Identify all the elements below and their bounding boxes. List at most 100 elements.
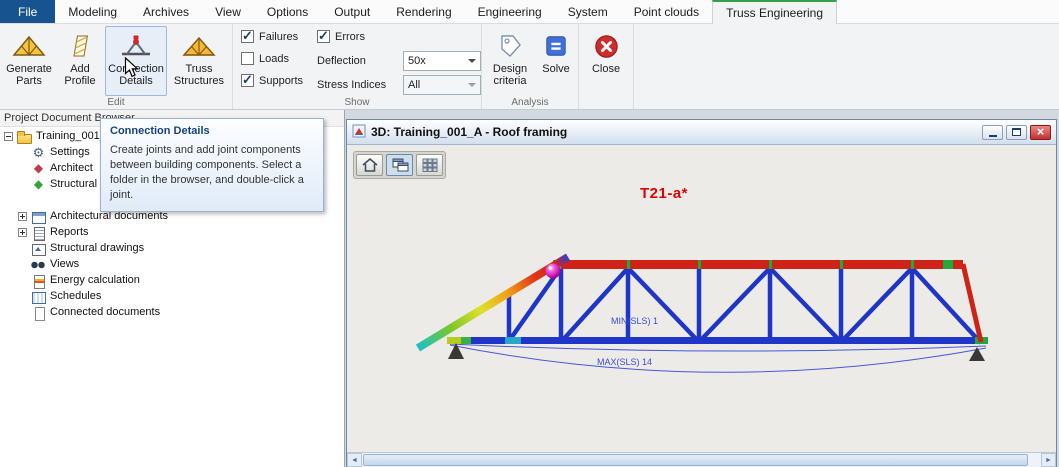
deflection-dropdown[interactable]: 50x: [403, 51, 481, 71]
tab-options[interactable]: Options: [254, 0, 321, 23]
tab-engineering[interactable]: Engineering: [465, 0, 555, 23]
viewport-window: 3D: Training_001_A - Roof framing ×: [346, 119, 1057, 467]
solve-icon: [544, 29, 568, 63]
chevron-down-icon: [468, 59, 476, 63]
supports-checkbox[interactable]: Supports: [241, 74, 317, 87]
tab-rendering[interactable]: Rendering: [383, 0, 464, 23]
tab-file[interactable]: File: [0, 0, 55, 23]
truss-generate-icon: [12, 29, 46, 63]
report-icon: [31, 226, 46, 239]
ribbon-spacer: [634, 24, 1059, 109]
deflection-label: Deflection: [317, 55, 403, 67]
mdi-area: 3D: Training_001_A - Roof framing ×: [345, 110, 1059, 467]
errors-checkbox-box: [317, 30, 330, 43]
tag-icon: [496, 29, 524, 63]
loads-checkbox-box: [241, 52, 254, 65]
view-cascade-button[interactable]: [386, 154, 413, 176]
tooltip-body: Create joints and add joint components b…: [101, 140, 323, 211]
profile-icon: [65, 29, 95, 63]
add-profile-label: Add Profile: [58, 63, 102, 87]
tab-modeling[interactable]: Modeling: [55, 0, 130, 23]
tree-item-schedules[interactable]: Schedules: [0, 288, 344, 304]
close-button[interactable]: Close: [582, 26, 630, 96]
ribbon-group-show: Failures Loads Supports Errors: [233, 24, 482, 109]
maximize-button[interactable]: [1006, 125, 1027, 140]
drawing-icon: [31, 242, 46, 255]
truss-model[interactable]: [347, 145, 1056, 451]
truss-web-members[interactable]: [509, 268, 981, 343]
documents-window-icon: [31, 210, 46, 223]
ribbon-group-edit: Generate Parts Add Profile Connection De…: [0, 24, 233, 109]
deflection-value: 50x: [408, 55, 468, 67]
view-grid-button[interactable]: [416, 154, 443, 176]
views-icon: [31, 258, 46, 271]
solve-label: Solve: [542, 63, 570, 75]
connection-details-icon: [119, 29, 153, 63]
tab-view[interactable]: View: [202, 0, 254, 23]
tab-point-clouds[interactable]: Point clouds: [621, 0, 712, 23]
expand-icon[interactable]: [18, 212, 27, 221]
deflection-curve-min: [450, 344, 986, 351]
generate-parts-button[interactable]: Generate Parts: [3, 26, 55, 96]
ribbon: Generate Parts Add Profile Connection De…: [0, 24, 1059, 110]
gear-icon: [31, 146, 46, 159]
truss-structures-icon: [182, 29, 216, 63]
tooltip: Connection Details Create joints and add…: [100, 118, 324, 212]
supports-checkbox-box: [241, 74, 254, 87]
tab-archives[interactable]: Archives: [130, 0, 202, 23]
tree-item-reports[interactable]: Reports: [0, 224, 344, 240]
tab-system[interactable]: System: [555, 0, 621, 23]
errors-checkbox[interactable]: Errors: [317, 30, 481, 43]
tree-item-structural-drawings[interactable]: Structural drawings: [0, 240, 344, 256]
ribbon-tab-bar: File Modeling Archives View Options Outp…: [0, 0, 1059, 24]
truss-structures-label: Truss Structures: [170, 63, 228, 87]
structural-model-icon: [31, 178, 46, 191]
close-red-icon: [594, 29, 619, 63]
truss-name-label: T21-a*: [640, 185, 688, 202]
viewport-canvas[interactable]: T21-a* MIN(SLS) 1 MAX(SLS) 14: [347, 145, 1056, 452]
tree-item-connected-documents[interactable]: Connected documents: [0, 304, 344, 320]
close-icon: ×: [1037, 125, 1045, 138]
expand-icon[interactable]: [18, 228, 27, 237]
ribbon-group-analysis: Design criteria Solve Analysis: [482, 24, 579, 109]
min-deflection-label: MIN(SLS) 1: [611, 316, 658, 326]
connection-details-label: Connection Details: [106, 63, 166, 87]
scroll-right-button[interactable]: ►: [1041, 453, 1056, 467]
horizontal-scrollbar[interactable]: ◄ ►: [347, 452, 1056, 467]
tab-truss-engineering[interactable]: Truss Engineering: [712, 0, 837, 24]
solve-button[interactable]: Solve: [537, 26, 575, 96]
truss-top-chord[interactable]: [553, 260, 963, 269]
joint-sphere[interactable]: [546, 264, 561, 279]
connection-details-button[interactable]: Connection Details: [105, 26, 167, 96]
tree-item-energy-calculation[interactable]: Energy calculation: [0, 272, 344, 288]
minimize-button[interactable]: [982, 125, 1003, 140]
tree-item-views[interactable]: Views: [0, 256, 344, 272]
document-icon: [31, 306, 46, 319]
failures-checkbox[interactable]: Failures: [241, 30, 317, 43]
folder-open-icon: [17, 130, 32, 143]
joint-sphere-highlight: [549, 266, 553, 270]
stress-indices-label: Stress Indices: [317, 79, 403, 91]
truss-rafter[interactable]: [418, 257, 568, 348]
energy-icon: [31, 274, 46, 287]
add-profile-button[interactable]: Add Profile: [57, 26, 103, 96]
max-deflection-label: MAX(SLS) 14: [597, 357, 652, 367]
truss-bottom-chord[interactable]: [447, 337, 988, 344]
collapse-icon[interactable]: [4, 132, 13, 141]
supports-label: Supports: [259, 75, 303, 87]
application-window: File Modeling Archives View Options Outp…: [0, 0, 1059, 467]
loads-checkbox[interactable]: Loads: [241, 52, 317, 65]
design-criteria-button[interactable]: Design criteria: [485, 26, 535, 96]
failures-checkbox-box: [241, 30, 254, 43]
tooltip-title: Connection Details: [101, 119, 323, 140]
close-label: Close: [592, 63, 620, 75]
viewport-title-bar[interactable]: 3D: Training_001_A - Roof framing ×: [347, 120, 1056, 145]
truss-structures-button[interactable]: Truss Structures: [169, 26, 229, 96]
scroll-left-button[interactable]: ◄: [347, 453, 362, 467]
close-window-button[interactable]: ×: [1030, 125, 1051, 140]
view-home-button[interactable]: [356, 154, 383, 176]
tab-output[interactable]: Output: [321, 0, 383, 23]
architect-model-icon: [31, 162, 46, 175]
scroll-thumb[interactable]: [363, 454, 1028, 466]
stress-indices-dropdown[interactable]: All: [403, 75, 481, 95]
